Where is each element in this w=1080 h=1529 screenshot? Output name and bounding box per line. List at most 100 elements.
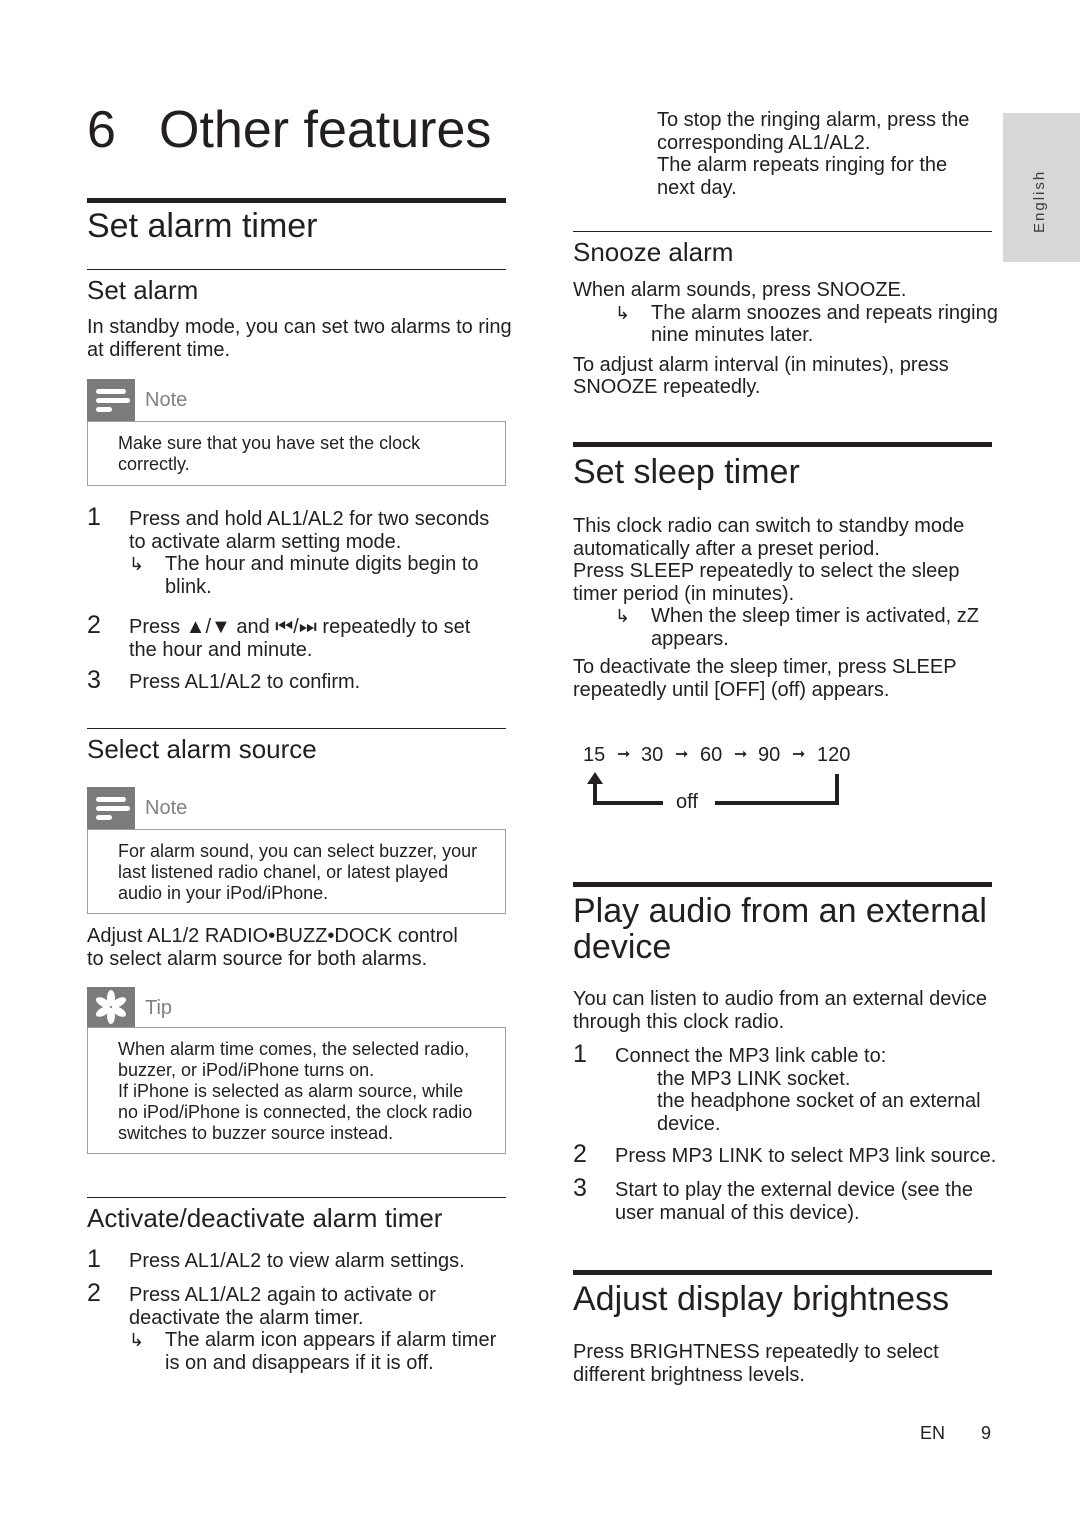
result-text: The hour and minute digits begin to	[165, 553, 479, 575]
note-box: For alarm sound, you can select buzzer, …	[87, 829, 506, 914]
select-source-body: Adjust AL1/2 RADIO•BUZZ•DOCK control to …	[87, 925, 458, 970]
result-arrow-icon: ↳	[129, 1330, 145, 1350]
section-rule	[87, 198, 506, 203]
sleep-body: This clock radio can switch to standby m…	[573, 515, 979, 701]
step-number: 1	[87, 1245, 101, 1273]
note-label: Note	[145, 389, 188, 411]
footer-language: EN	[920, 1423, 946, 1443]
tip-line: If iPhone is selected as alarm source, w…	[118, 1081, 464, 1101]
sub-item: the MP3 LINK socket.	[657, 1067, 851, 1090]
heading-line: device	[573, 928, 672, 966]
step-number: 2	[87, 1279, 101, 1307]
tip-line: When alarm time comes, the selected radi…	[118, 1039, 470, 1059]
tip-line: buzzer, or iPod/iPhone turns on.	[118, 1060, 375, 1080]
step-result: ↳ The hour and minute digits begin to bl…	[129, 553, 489, 598]
snooze-body: When alarm sounds, press SNOOZE. ↳ The a…	[573, 279, 998, 399]
subsection-rule	[87, 728, 506, 729]
body-line: timer period (in minutes).	[573, 582, 795, 605]
body-line: This clock radio can switch to standby m…	[573, 515, 965, 537]
step-text: Start to play the external device (see t…	[615, 1179, 973, 1201]
language-tab-label: English	[1031, 169, 1048, 233]
body-line: SNOOZE repeatedly.	[573, 376, 761, 398]
step-text: Press AL1/AL2 to view alarm settings.	[129, 1250, 465, 1272]
arrow-right-icon: ➞	[792, 746, 806, 763]
body-line: to select alarm source for both alarms.	[87, 947, 428, 970]
step-text: Connect the MP3 link cable to:	[615, 1045, 887, 1067]
sleep-sequence-diagram: 15 ➞ 30 ➞ 60 ➞ 90 ➞ 120 off	[583, 740, 873, 813]
step-number: 3	[573, 1174, 587, 1202]
body-line: different brightness levels.	[573, 1363, 805, 1386]
step-number: 1	[87, 503, 101, 531]
note-line: For alarm sound, you can select buzzer, …	[118, 841, 478, 861]
body-line: automatically after a preset period.	[573, 537, 880, 560]
tip-icon	[87, 987, 135, 1027]
step-text: Press ▲/▼ and ⏮/⏭ repeatedly to set	[129, 616, 471, 638]
language-tab: English	[1003, 113, 1080, 262]
note-header: Note	[87, 787, 287, 829]
step-number: 2	[573, 1140, 587, 1168]
sequence-value: 120	[817, 744, 851, 766]
result-text: is on and disappears if it is off.	[165, 1351, 434, 1374]
body-line: corresponding AL1/AL2.	[657, 131, 871, 154]
result-arrow-icon: ↳	[615, 606, 631, 626]
step-text: Press MP3 LINK to select MP3 link source…	[615, 1145, 997, 1167]
subsection-heading-activate: Activate/deactivate alarm timer	[87, 1203, 443, 1233]
page-number: 9	[981, 1423, 992, 1443]
loop-arrow-icon	[587, 772, 839, 805]
body-line: repeatedly until [OFF] (off) appears.	[573, 678, 890, 701]
sequence-value: 90	[758, 744, 781, 766]
subsection-heading-set-alarm: Set alarm	[87, 275, 199, 305]
step-text: deactivate the alarm timer.	[129, 1306, 364, 1329]
step-text: Press and hold AL1/AL2 for two seconds	[129, 508, 490, 530]
note-line: last listened radio chanel, or latest pl…	[118, 862, 449, 882]
sequence-value: 60	[700, 744, 723, 766]
step-text: the hour and minute.	[129, 638, 313, 661]
note-line: audio in your iPod/iPhone.	[118, 883, 329, 903]
tip-line: no iPod/iPhone is connected, the clock r…	[118, 1102, 473, 1122]
snooze-result: ↳ The alarm snoozes and repeats ringing …	[615, 302, 998, 347]
subsection-rule	[87, 1197, 506, 1198]
sequence-value: 15	[583, 744, 606, 766]
section-heading-brightness: Adjust display brightness	[573, 1280, 950, 1318]
body-line: The alarm repeats ringing for the	[657, 154, 948, 176]
section-rule	[573, 882, 992, 887]
body-line: To deactivate the sleep timer, press SLE…	[573, 656, 957, 678]
body-line: Press BRIGHTNESS repeatedly to select	[573, 1341, 939, 1363]
note-icon	[87, 787, 135, 829]
tip-header: Tip	[87, 987, 287, 1029]
body-line: You can listen to audio from an external…	[573, 988, 987, 1010]
note-box: Make sure that you have set the clock co…	[87, 421, 506, 486]
sequence-value: 30	[641, 744, 664, 766]
section-heading-set-alarm-timer: Set alarm timer	[87, 207, 318, 245]
sub-item: device.	[657, 1112, 721, 1135]
step-result: ↳ The alarm icon appears if alarm timer …	[129, 1329, 496, 1374]
step-text: user manual of this device).	[615, 1201, 860, 1224]
result-text: appears.	[651, 627, 729, 650]
result-text: The alarm snoozes and repeats ringing	[651, 301, 998, 324]
step-number: 3	[87, 666, 101, 694]
brightness-body: Press BRIGHTNESS repeatedly to select di…	[573, 1341, 939, 1386]
external-intro: You can listen to audio from an external…	[573, 988, 987, 1033]
result-text: The alarm icon appears if alarm timer	[165, 1329, 497, 1351]
heading-line: Play audio from an external	[573, 892, 987, 930]
subsection-rule	[573, 231, 992, 232]
note-icon	[87, 379, 135, 421]
body-line: Press SLEEP repeatedly to select the sle…	[573, 560, 960, 582]
note-label: Note	[145, 797, 188, 819]
body-line: next day.	[657, 176, 737, 199]
result-arrow-icon: ↳	[129, 554, 145, 574]
tip-box: When alarm time comes, the selected radi…	[87, 1027, 506, 1154]
section-rule	[573, 1270, 992, 1275]
step-text: Press AL1/AL2 to confirm.	[129, 671, 361, 693]
step-sub-list: the MP3 LINK socket. the headphone socke…	[615, 1068, 981, 1136]
arrow-right-icon: ➞	[734, 746, 748, 763]
arrow-right-icon: ➞	[617, 746, 631, 763]
subsection-rule	[87, 269, 506, 270]
result-text: blink.	[165, 575, 212, 598]
arrow-right-icon: ➞	[675, 746, 689, 763]
note-line: Make sure that you have set the clock	[118, 433, 421, 453]
tip-label: Tip	[145, 997, 173, 1019]
stop-ringing-text: To stop the ringing alarm, press the cor…	[657, 109, 1002, 199]
result-arrow-icon: ↳	[615, 302, 631, 323]
note-header: Note	[87, 379, 287, 421]
